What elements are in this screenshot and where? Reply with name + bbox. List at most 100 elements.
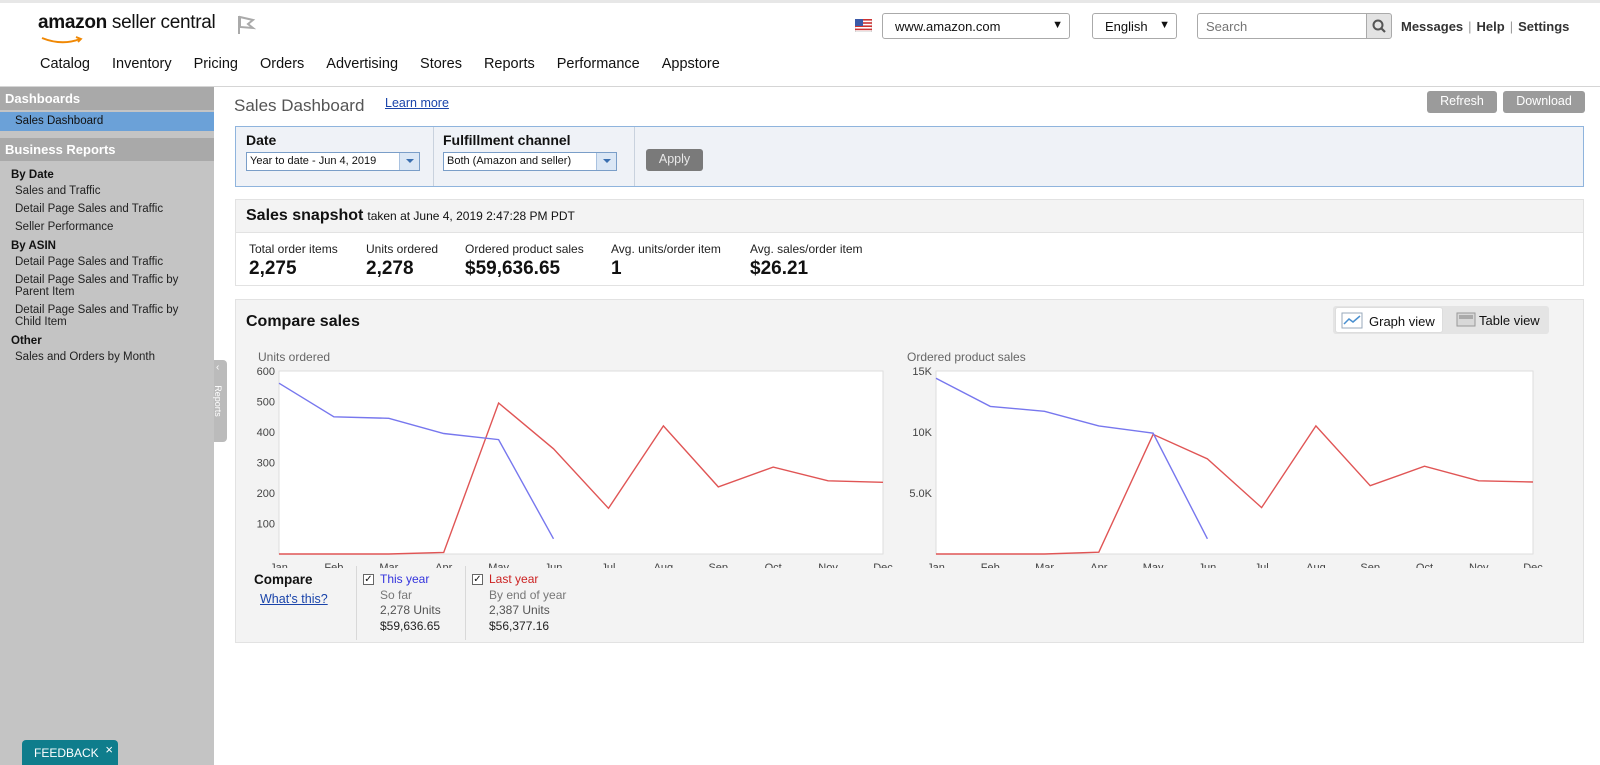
y-tick-label: 10K — [912, 427, 932, 439]
main-nav: Catalog Inventory Pricing Orders Adverti… — [40, 56, 720, 72]
date-select[interactable]: Year to date - Jun 4, 2019 — [246, 152, 420, 171]
sidebar-item-asin-detail-page[interactable]: Detail Page Sales and Traffic — [0, 253, 214, 271]
graph-view-button[interactable]: Graph view — [1335, 307, 1443, 333]
header-divider — [0, 86, 1600, 87]
metric-label: Total order items — [249, 242, 338, 256]
nav-advertising[interactable]: Advertising — [326, 56, 398, 72]
sidebar-item-asin-child[interactable]: Detail Page Sales and Traffic by Child I… — [0, 301, 190, 331]
compare-sales-panel: Compare sales Graph view Table view Unit… — [235, 299, 1584, 643]
metric-avg-sales: Avg. sales/order item $26.21 — [750, 242, 863, 280]
metric-value: 2,278 — [366, 258, 414, 279]
last-year-sales: $56,377.16 — [489, 618, 550, 633]
compare-legend: Compare What's this? ✓ This year So far 2… — [236, 566, 1585, 642]
y-tick-label: 400 — [257, 427, 275, 439]
chevron-left-icon: ‹ — [216, 362, 220, 373]
search-button[interactable] — [1366, 13, 1392, 39]
metric-value: $59,636.65 — [465, 258, 561, 279]
snapshot-timestamp: taken at June 4, 2019 2:47:28 PM PDT — [367, 209, 575, 223]
sidebar-item-sales-dashboard[interactable]: Sales Dashboard — [0, 112, 214, 131]
chart-title: Units ordered — [258, 350, 330, 364]
settings-link[interactable]: Settings — [1518, 19, 1569, 34]
y-tick-label: 15K — [912, 366, 932, 378]
this-year-units: 2,278 Units — [380, 603, 441, 617]
sidebar-group-other: Other — [11, 335, 42, 347]
nav-stores[interactable]: Stores — [420, 56, 462, 72]
feedback-label: FEEDBACK — [34, 746, 99, 760]
metric-avg-units: Avg. units/order item 1 — [611, 242, 721, 280]
dropdown-arrow-icon — [596, 153, 616, 170]
marketplace-select[interactable]: www.amazon.com ▼ — [882, 13, 1070, 39]
messages-link[interactable]: Messages — [1401, 19, 1463, 34]
filter-panel: Date Year to date - Jun 4, 2019 Fulfillm… — [235, 126, 1584, 187]
seller-central-app: amazon seller central www.amazon.com ▼ E… — [0, 0, 1600, 765]
language-select[interactable]: English ▼ — [1092, 13, 1177, 39]
snapshot-title: Sales snapshot — [246, 207, 364, 224]
fulfillment-label: Fulfillment channel — [443, 132, 571, 148]
y-tick-label: 500 — [257, 397, 275, 409]
snapshot-header: Sales snapshot taken at June 4, 2019 2:47… — [236, 200, 1583, 233]
nav-catalog[interactable]: Catalog — [40, 56, 90, 72]
nav-reports[interactable]: Reports — [484, 56, 535, 72]
sidebar-item-asin-parent[interactable]: Detail Page Sales and Traffic by Parent … — [0, 271, 190, 301]
search-input[interactable] — [1197, 13, 1367, 39]
legend-last-year: ✓ Last year By end of year 2,387 Units $5… — [465, 566, 595, 640]
sidebar-item-sales-orders-month[interactable]: Sales and Orders by Month — [0, 348, 214, 366]
search-icon — [1372, 19, 1386, 33]
nav-performance[interactable]: Performance — [557, 56, 640, 72]
graph-icon — [1341, 312, 1363, 329]
apply-button[interactable]: Apply — [646, 149, 703, 171]
page-title: Sales Dashboard — [234, 96, 365, 115]
last-year-sub: By end of year — [489, 587, 567, 602]
metric-label: Avg. units/order item — [611, 242, 721, 256]
fulfillment-select[interactable]: Both (Amazon and seller) — [443, 152, 617, 171]
y-tick-label: 5.0K — [909, 488, 932, 500]
sidebar-group-by-asin: By ASIN — [11, 240, 56, 252]
amazon-logo[interactable]: amazon seller central — [38, 12, 216, 44]
reports-collapse-tab[interactable]: ‹ Reports — [213, 360, 227, 442]
refresh-button[interactable]: Refresh — [1427, 91, 1497, 113]
legend-this-year: ✓ This year So far 2,278 Units $59,636.65 — [356, 566, 466, 640]
fulfillment-value: Both (Amazon and seller) — [447, 155, 572, 167]
metric-label: Units ordered — [366, 242, 439, 256]
filter-divider — [634, 127, 635, 186]
sidebar-heading-business-reports: Business Reports — [0, 138, 214, 161]
nav-inventory[interactable]: Inventory — [112, 56, 172, 72]
download-button[interactable]: Download — [1503, 91, 1585, 113]
whats-this-link[interactable]: What's this? — [260, 592, 328, 606]
sidebar-item-detail-page-sales-traffic[interactable]: Detail Page Sales and Traffic — [0, 200, 214, 218]
metric-units-ordered: Units ordered 2,278 — [366, 242, 438, 280]
last-year-label: Last year — [489, 572, 539, 586]
nav-orders[interactable]: Orders — [260, 56, 304, 72]
chart-title: Ordered product sales — [907, 350, 1026, 364]
help-link[interactable]: Help — [1477, 19, 1505, 34]
sidebar-item-sales-traffic[interactable]: Sales and Traffic — [0, 182, 214, 200]
this-year-sub: So far — [380, 587, 413, 602]
learn-more-link[interactable]: Learn more — [385, 96, 449, 110]
last-year-checkbox[interactable]: ✓ — [472, 574, 483, 586]
table-icon — [1456, 312, 1476, 327]
top-border — [0, 0, 1600, 3]
sidebar-item-seller-performance[interactable]: Seller Performance — [0, 218, 214, 236]
metric-value: 2,275 — [249, 258, 297, 279]
y-tick-label: 600 — [257, 366, 275, 378]
dropdown-arrow-icon: ▼ — [1052, 19, 1063, 31]
metric-value: $26.21 — [750, 258, 809, 279]
plot-area — [278, 370, 884, 555]
top-links: Messages | Help | Settings — [1401, 19, 1570, 34]
graph-view-label: Graph view — [1369, 314, 1435, 329]
nav-pricing[interactable]: Pricing — [194, 56, 238, 72]
this-year-checkbox[interactable]: ✓ — [363, 574, 374, 586]
dropdown-arrow-icon: ▼ — [1159, 19, 1170, 31]
metric-label: Ordered product sales — [465, 242, 584, 256]
metric-value: 1 — [611, 258, 622, 279]
table-view-button[interactable]: Table view — [1449, 307, 1547, 333]
flag-icon[interactable] — [236, 14, 256, 36]
feedback-button[interactable]: FEEDBACK × — [22, 740, 118, 765]
date-label: Date — [246, 132, 277, 148]
metric-label: Avg. sales/order item — [750, 242, 863, 256]
nav-appstore[interactable]: Appstore — [662, 56, 720, 72]
this-year-sales: $59,636.65 — [380, 618, 441, 633]
logo-text: amazon seller central — [38, 12, 216, 33]
smile-icon — [41, 36, 83, 44]
close-icon[interactable]: × — [105, 742, 113, 757]
